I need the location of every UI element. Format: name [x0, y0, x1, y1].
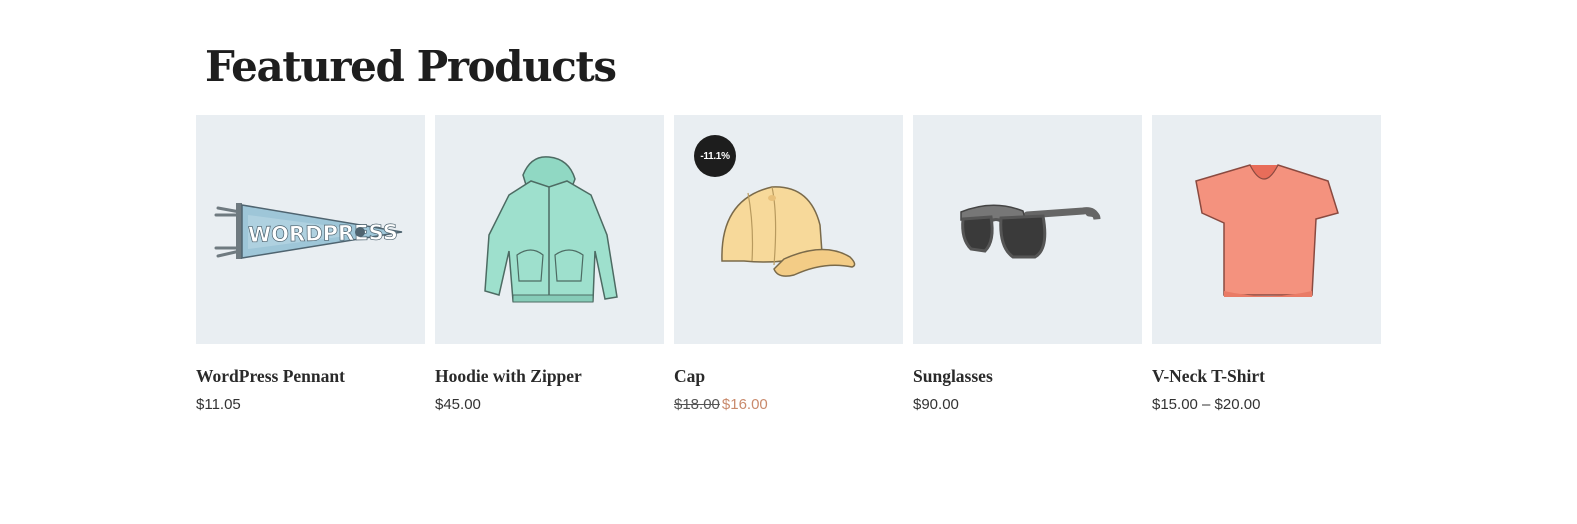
product-title[interactable]: WordPress Pennant — [196, 365, 425, 387]
product-price: $90.00 — [913, 396, 959, 413]
product-image[interactable]: -11.1% — [674, 115, 903, 344]
sunglasses-image — [960, 204, 1101, 259]
product-title[interactable]: Sunglasses — [913, 365, 1142, 387]
product-price: $15.00 – $20.00 — [1152, 396, 1261, 413]
product-title[interactable]: Hoodie with Zipper — [435, 365, 664, 387]
product-card-cap[interactable]: -11.1% Cap $18.00 $16.00 — [674, 115, 903, 415]
sale-badge: -11.1% — [694, 135, 736, 177]
product-price: $11.05 — [196, 396, 241, 413]
product-card-sunglasses[interactable]: Sunglasses $90.00 — [913, 115, 1142, 415]
product-image[interactable] — [435, 115, 664, 344]
regular-price: $18.00 — [674, 396, 720, 413]
product-image[interactable] — [913, 115, 1142, 344]
product-card-hoodie-with-zipper[interactable]: Hoodie with Zipper $45.00 — [435, 115, 664, 415]
product-price: $18.00 $16.00 — [674, 395, 903, 415]
product-title[interactable]: V-Neck T-Shirt — [1152, 365, 1381, 387]
product-grid: WORDPRESS WordPress Pennant $11.05 Hoodi… — [196, 115, 1381, 415]
wordpress-pennant-image: WORDPRESS — [214, 203, 403, 259]
vneck-tshirt-image — [1195, 164, 1339, 297]
product-image[interactable]: WORDPRESS — [196, 115, 425, 344]
product-card-v-neck-t-shirt[interactable]: V-Neck T-Shirt $15.00 – $20.00 — [1152, 115, 1381, 415]
product-image[interactable] — [1152, 115, 1381, 344]
product-card-wordpress-pennant[interactable]: WORDPRESS WordPress Pennant $11.05 — [196, 115, 425, 415]
section-title: Featured Products — [205, 42, 617, 91]
product-price: $45.00 — [435, 396, 481, 413]
product-title[interactable]: Cap — [674, 365, 903, 387]
svg-text:WORDPRESS: WORDPRESS — [248, 220, 398, 247]
sale-price: $16.00 — [721, 396, 768, 413]
hoodie-zipper-image — [484, 156, 618, 303]
